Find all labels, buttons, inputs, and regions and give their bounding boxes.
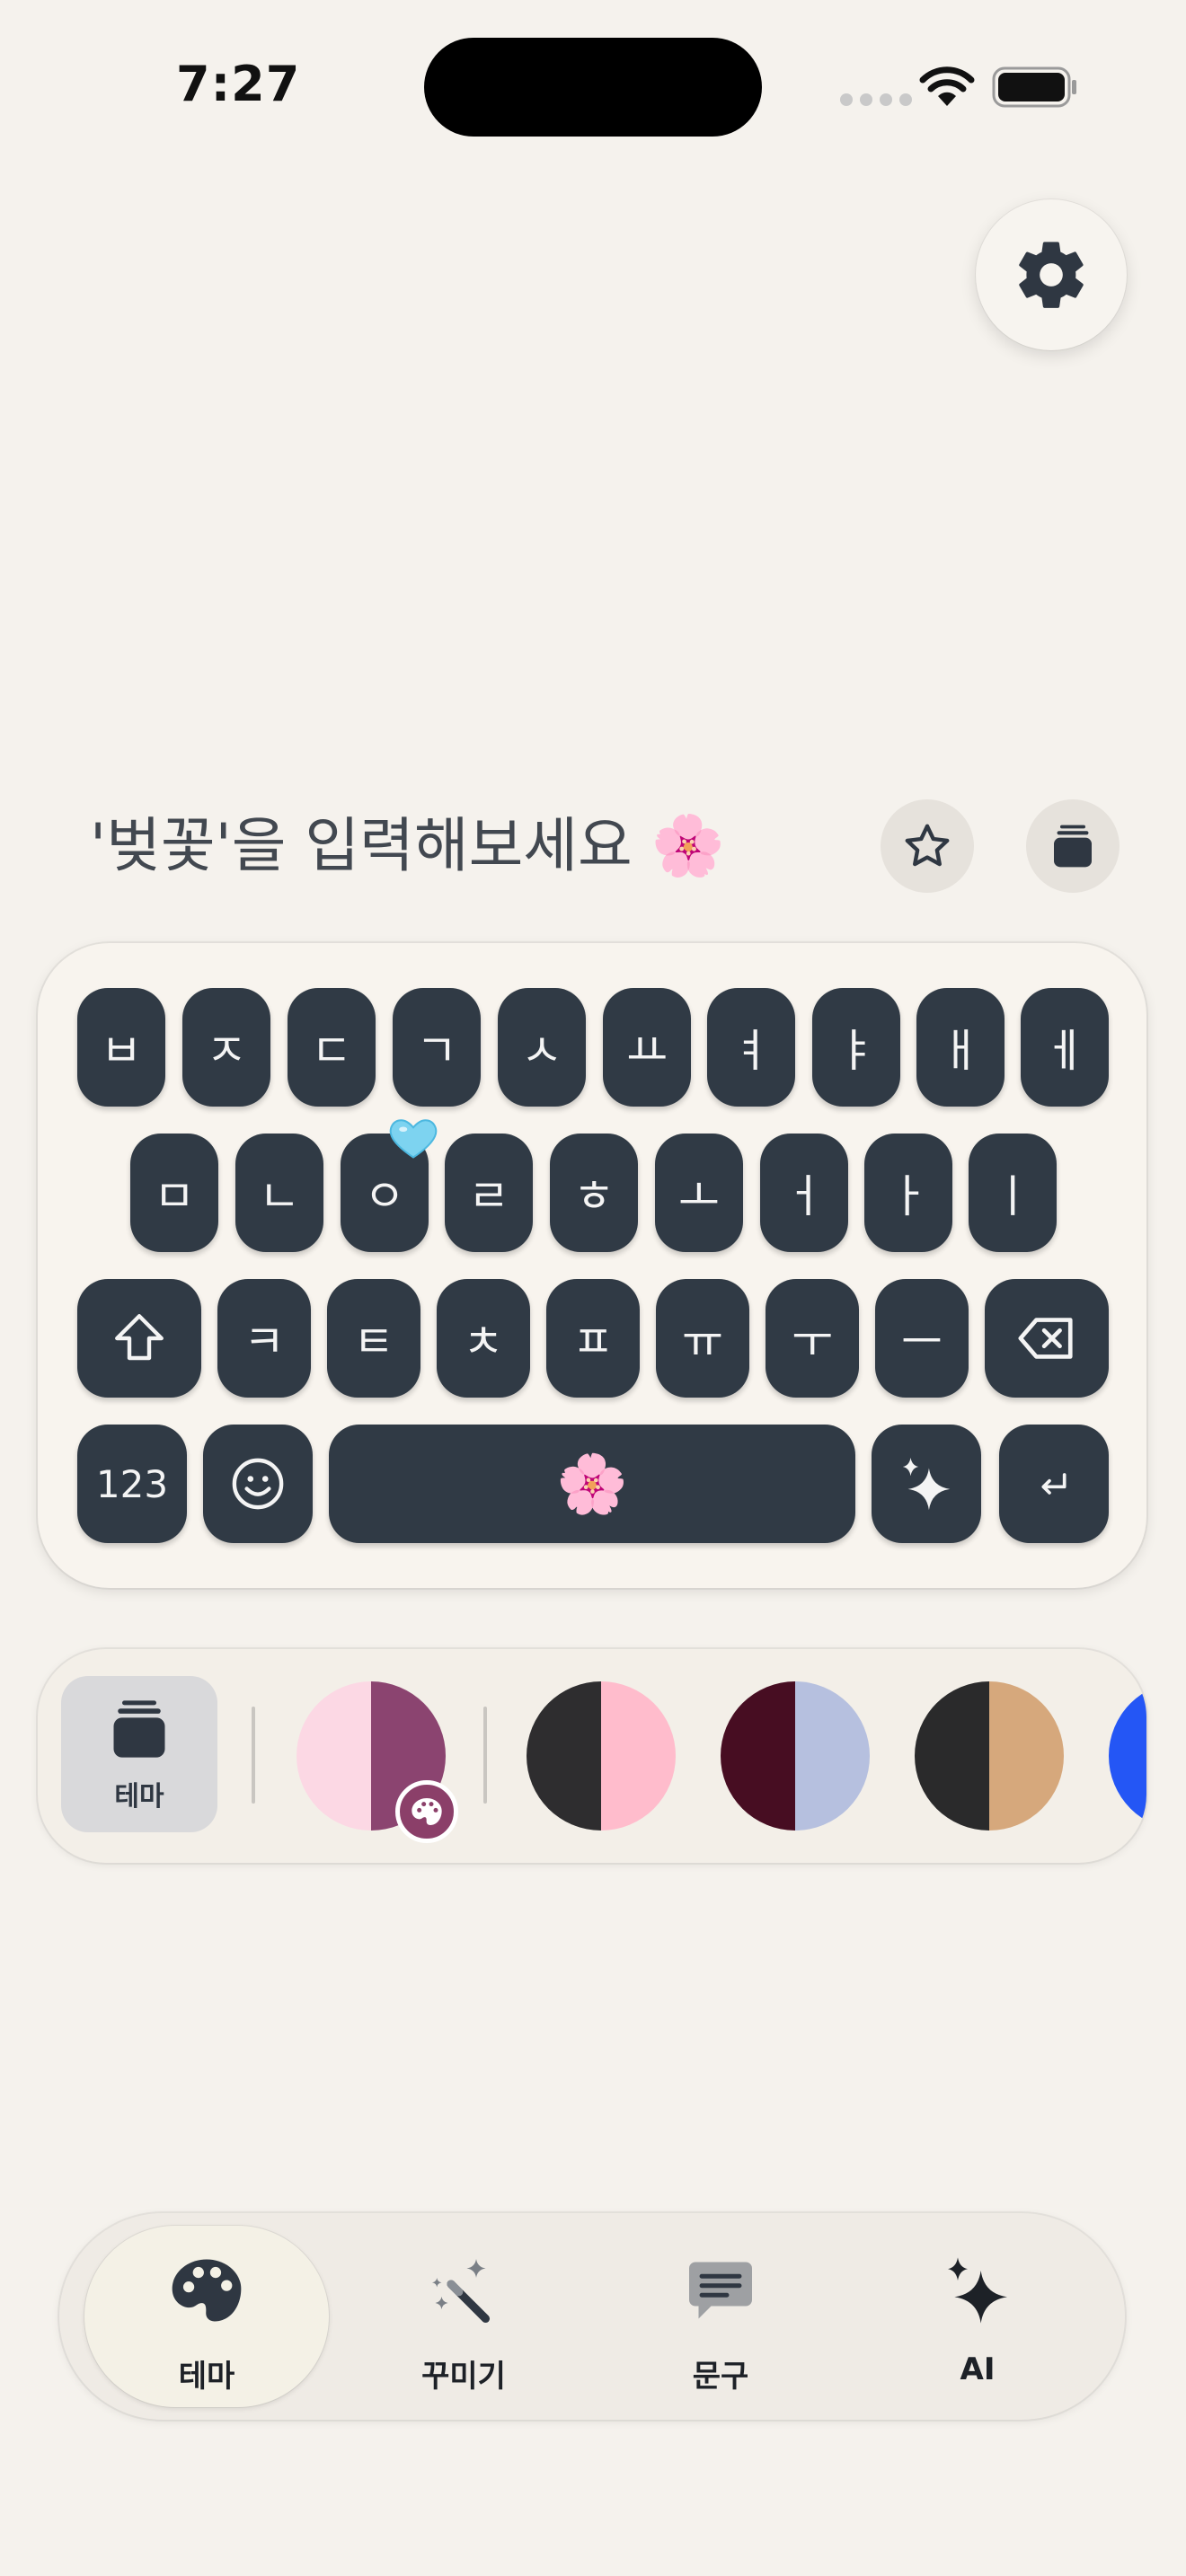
shift-icon (115, 1314, 164, 1361)
nav-label: AI (960, 2351, 996, 2387)
key-p[interactable]: ㅍ (546, 1279, 640, 1398)
palette-badge (395, 1780, 458, 1843)
space-key[interactable]: 🌸 (329, 1425, 855, 1543)
magic-wand-icon (432, 2259, 491, 2324)
key-g[interactable]: ㄱ (393, 988, 481, 1107)
settings-button[interactable] (976, 199, 1127, 350)
sparkles-icon (902, 1457, 951, 1511)
nav-label: 테마 (178, 2359, 235, 2395)
battery-icon (992, 66, 1076, 108)
theme-stack-button[interactable] (1026, 799, 1120, 893)
smiley-icon (232, 1458, 284, 1510)
ai-key[interactable] (872, 1425, 981, 1543)
key-d[interactable]: ㄷ (288, 988, 376, 1107)
stack-icon (113, 1700, 165, 1758)
prompt-text: '벚꽃'을 입력해보세요 🌸 (90, 811, 725, 880)
key-o[interactable]: ㅗ (655, 1134, 743, 1252)
theme-swatch-black-pink[interactable] (527, 1681, 676, 1831)
key-t[interactable]: ㅌ (327, 1279, 420, 1398)
key-ya[interactable]: ㅑ (812, 988, 900, 1107)
theme-swatch-maroon-lavender[interactable] (721, 1681, 870, 1831)
favorite-button[interactable] (881, 799, 974, 893)
shift-key[interactable] (77, 1279, 201, 1398)
key-yeo[interactable]: ㅕ (707, 988, 795, 1107)
gear-icon (1019, 242, 1084, 308)
nav-item-theme[interactable]: 테마 (117, 2249, 296, 2395)
key-k[interactable]: ㅋ (217, 1279, 311, 1398)
heart-icon (389, 1119, 438, 1159)
theme-strip[interactable]: 테마 (38, 1649, 1146, 1863)
nav-label: 꾸미기 (421, 2359, 506, 2395)
divider (252, 1707, 255, 1804)
key-a[interactable]: ㅏ (864, 1134, 952, 1252)
bottom-nav: 테마 꾸미기 문구 AI (59, 2213, 1125, 2420)
key-m[interactable]: ㅁ (130, 1134, 218, 1252)
theme-tile[interactable]: 테마 (61, 1676, 217, 1832)
backspace-key[interactable] (985, 1279, 1109, 1398)
return-key[interactable] (999, 1425, 1109, 1543)
backspace-icon (1018, 1318, 1073, 1359)
nav-item-ai[interactable]: AI (888, 2249, 1067, 2387)
key-h[interactable]: ㅎ (550, 1134, 638, 1252)
stack-icon (1054, 825, 1092, 868)
key-j[interactable]: ㅈ (182, 988, 270, 1107)
key-r[interactable]: ㄹ (445, 1134, 533, 1252)
cellular-signal-icon (840, 93, 912, 106)
key-i[interactable]: ㅣ (969, 1134, 1057, 1252)
theme-swatch-blue[interactable] (1109, 1681, 1146, 1831)
status-time: 7:27 (176, 56, 301, 112)
sparkles-icon (948, 2257, 1007, 2324)
numbers-key[interactable]: 123 (77, 1425, 187, 1543)
palette-icon (412, 1798, 442, 1825)
divider (483, 1707, 487, 1804)
key-eo[interactable]: ㅓ (760, 1134, 848, 1252)
key-eu[interactable]: ㅡ (875, 1279, 969, 1398)
dynamic-island (424, 38, 762, 137)
speech-bubble-icon (689, 2262, 752, 2319)
key-ch[interactable]: ㅊ (437, 1279, 530, 1398)
key-u[interactable]: ㅜ (766, 1279, 859, 1398)
palette-icon (172, 2259, 242, 2322)
key-yu[interactable]: ㅠ (656, 1279, 749, 1398)
key-ae[interactable]: ㅐ (916, 988, 1005, 1107)
return-icon (1041, 1473, 1067, 1495)
emoji-key[interactable] (203, 1425, 313, 1543)
theme-tile-label: 테마 (114, 1781, 164, 1813)
key-b[interactable]: ㅂ (77, 988, 165, 1107)
wifi-icon (919, 66, 975, 106)
key-s[interactable]: ㅅ (498, 988, 586, 1107)
theme-swatch-black-tan[interactable] (915, 1681, 1064, 1831)
nav-label: 문구 (692, 2359, 749, 2395)
star-icon (905, 824, 950, 867)
key-n[interactable]: ㄴ (235, 1134, 323, 1252)
key-e[interactable]: ㅔ (1021, 988, 1109, 1107)
nav-item-phrases[interactable]: 문구 (631, 2249, 810, 2395)
key-yo[interactable]: ㅛ (603, 988, 691, 1107)
nav-item-decorate[interactable]: 꾸미기 (374, 2249, 553, 2395)
